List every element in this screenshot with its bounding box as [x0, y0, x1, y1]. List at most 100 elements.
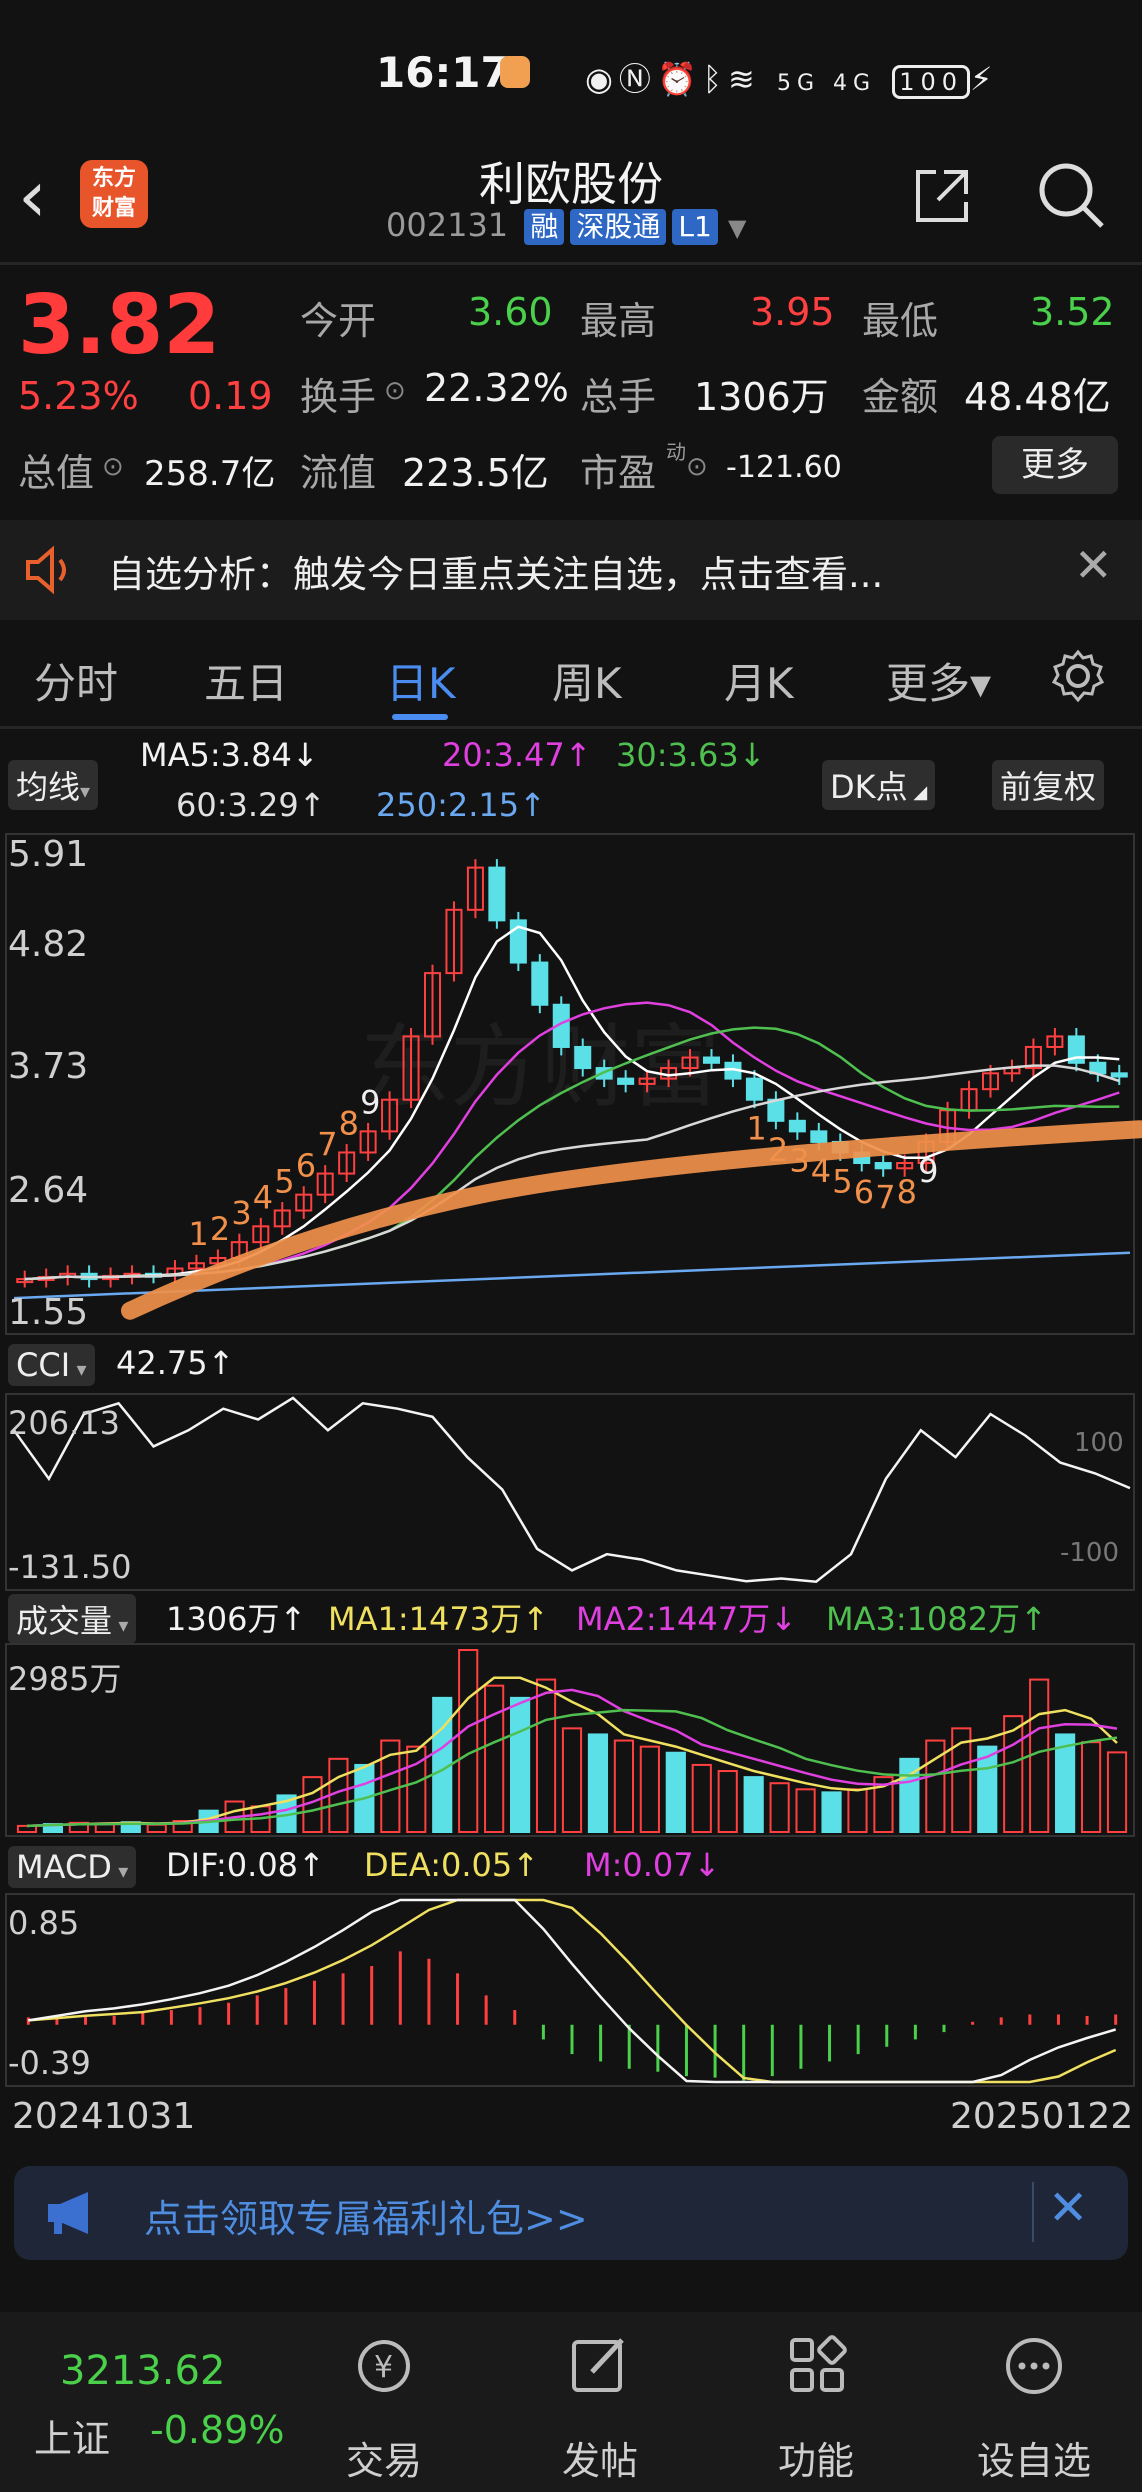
tab-weekly-k[interactable]: 周K	[552, 650, 622, 711]
promo-banner[interactable]: 点击领取专属福利礼包>> ✕	[14, 2166, 1128, 2260]
volume-bar	[484, 1684, 505, 1834]
volume-max: 2985万	[8, 1660, 122, 1698]
network-label: 5G 4G	[776, 71, 877, 96]
megaphone-icon	[48, 2192, 88, 2234]
search-icon[interactable]	[1036, 160, 1106, 230]
index-name[interactable]: 上证	[34, 2408, 110, 2463]
ma60-label: 60:3.29↑	[176, 786, 326, 824]
tab-monthly-k[interactable]: 月K	[724, 650, 794, 711]
info-icon[interactable]: ⊙	[686, 452, 708, 482]
td-down-count: 8	[897, 1173, 917, 1211]
macd-min: -0.39	[8, 2044, 91, 2082]
more-button[interactable]: 更多	[992, 436, 1118, 494]
settings-gear-icon[interactable]	[1050, 648, 1106, 704]
volume-ma1-line	[26, 1676, 1118, 1828]
ma-selector[interactable]: 均线▾	[8, 760, 99, 810]
stock-code: 002131	[386, 206, 509, 244]
bluetooth-icon: ᛒ	[702, 60, 728, 98]
nav-post[interactable]: 发帖	[540, 2430, 660, 2485]
nav-function[interactable]: 功能	[756, 2430, 876, 2485]
candle-body	[788, 1119, 806, 1133]
trade-yen-icon[interactable]: ¥	[350, 2332, 418, 2400]
banner-close-icon[interactable]: ✕	[1048, 2180, 1088, 2236]
volume-bar	[795, 1788, 816, 1833]
volume-bar	[1029, 1678, 1050, 1834]
high-value: 3.95	[750, 290, 835, 334]
volume-value: 1306万↑	[166, 1600, 307, 1638]
candle-body	[810, 1130, 828, 1143]
stock-code-row: 002131 融深股通 L1 ▼	[386, 206, 746, 245]
info-icon[interactable]: ⊙	[384, 376, 406, 406]
volume-bar	[561, 1727, 583, 1833]
info-icon[interactable]: ⊙	[102, 452, 124, 482]
nav-trade[interactable]: 交易	[324, 2430, 444, 2485]
notice-bar[interactable]: 自选分析：触发今日重点关注自选，点击查看... ✕	[0, 520, 1142, 620]
macd-dif: DIF:0.08↑	[166, 1846, 325, 1884]
y-tick-4: 2.64	[8, 1170, 89, 1211]
nav-add-watchlist[interactable]: 设自选	[974, 2430, 1094, 2485]
high-label: 最高	[580, 299, 657, 343]
cci-line	[12, 1396, 1131, 1583]
volume-bar	[665, 1751, 686, 1833]
td-up-count: 7	[317, 1126, 337, 1164]
header: ‹ 东方 财富 利欧股份 002131 融深股通 L1 ▼	[0, 150, 1142, 260]
adjust-button[interactable]: 前复权	[992, 760, 1105, 810]
index-value[interactable]: 3213.62	[60, 2348, 225, 2394]
post-edit-icon[interactable]	[566, 2332, 634, 2400]
close-icon[interactable]: ✕	[1074, 538, 1113, 592]
y-tick-2: 4.82	[8, 924, 89, 965]
cci-value: 42.75↑	[116, 1344, 235, 1382]
td-up-count: 6	[296, 1147, 316, 1185]
volume-ma1: MA1:1473万↑	[328, 1600, 549, 1638]
candle-body	[702, 1056, 721, 1064]
y-tick-1: 5.91	[8, 834, 89, 875]
ma20-label: 20:3.47↑	[442, 736, 592, 774]
float-value: 223.5亿	[402, 451, 549, 495]
volume-bar	[769, 1782, 790, 1833]
y-tick-3: 3.73	[8, 1046, 89, 1087]
td-down-count: 1	[746, 1110, 766, 1148]
volume-ma3: MA3:1082万↑	[826, 1600, 1047, 1638]
candle-body	[574, 1045, 592, 1070]
volume-bar	[613, 1739, 634, 1833]
volume-bar	[1106, 1751, 1128, 1833]
banner-text: 点击领取专属福利礼包>>	[144, 2197, 588, 2241]
turnover-label: 换手	[300, 375, 377, 419]
more-dots-icon[interactable]	[1000, 2332, 1068, 2400]
macd-dea: DEA:0.05↑	[364, 1846, 540, 1884]
clock: 16:17	[376, 48, 510, 97]
low-value: 3.52	[1030, 290, 1115, 334]
tab-daily-k[interactable]: 日K	[386, 650, 456, 711]
macd-chart	[5, 1893, 1135, 2087]
share-icon[interactable]	[910, 164, 974, 228]
tab-more[interactable]: 更多▾	[886, 650, 991, 711]
macd-selector[interactable]: MACD ▾	[8, 1846, 137, 1888]
volume-bar	[717, 1770, 738, 1833]
app-notification-icon	[500, 56, 530, 88]
date-end: 20250122	[950, 2096, 1134, 2137]
cci-chart	[5, 1393, 1135, 1591]
volume-bar	[691, 1763, 712, 1833]
td-up-count: 9	[360, 1083, 380, 1121]
tab-five-day[interactable]: 五日	[204, 650, 288, 711]
td-up-count: 3	[231, 1194, 251, 1232]
tag-connect: 深股通	[570, 209, 667, 245]
change-percent: 5.23%	[18, 374, 139, 418]
mktcap-value: 258.7亿	[144, 454, 276, 494]
status-bar: 16:17 ◉Ⓝ⏰ᛒ≋ 5G 4G 100 ⚡	[0, 0, 1142, 150]
dea-line	[28, 1898, 1117, 2084]
tab-intraday[interactable]: 分时	[34, 650, 118, 711]
index-change[interactable]: -0.89%	[150, 2408, 284, 2452]
dk-button[interactable]: DK点 ◢	[822, 760, 936, 810]
bottom-nav: 3213.62 上证 -0.89% ¥ 交易 发帖 功能 设自选	[0, 2312, 1142, 2492]
candle-body	[531, 961, 549, 1006]
volume-selector[interactable]: 成交量 ▾	[8, 1594, 137, 1644]
tag-margin: 融	[524, 209, 565, 245]
cci-max: 206.13	[8, 1404, 120, 1442]
td-up-count: 4	[253, 1178, 273, 1216]
kline-chart[interactable]: 东方财富 1 2 3 4 5 678912 3 4 5 6 7 89	[0, 828, 1142, 1338]
function-grid-icon[interactable]	[784, 2332, 852, 2400]
alarm-icon: ⏰	[656, 60, 703, 98]
cci-selector[interactable]: CCI ▾	[8, 1344, 95, 1386]
date-start: 20241031	[12, 2096, 196, 2137]
